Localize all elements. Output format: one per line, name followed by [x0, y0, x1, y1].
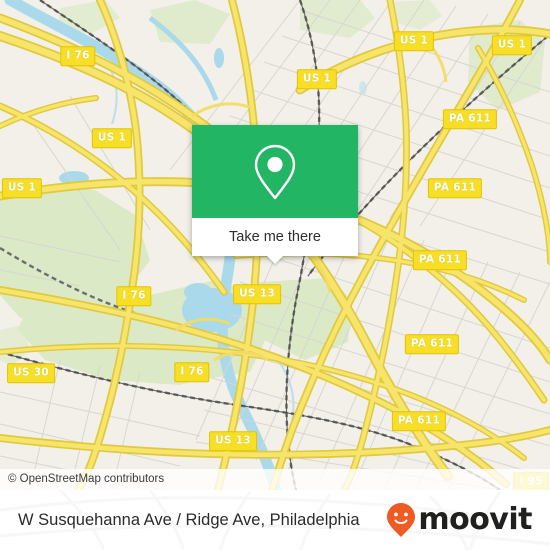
highway-shield: US 30: [7, 363, 55, 383]
highway-shield: US 1: [296, 69, 338, 89]
highway-shield: PA 611: [404, 334, 460, 354]
footer-bar: W Susquehanna Ave / Ridge Ave, Philadelp…: [0, 490, 550, 550]
moovit-wordmark: moovit: [418, 502, 532, 537]
map-attribution: © OpenStreetMap contributors: [0, 469, 550, 490]
highway-shield: US 1: [91, 128, 133, 148]
highway-shield: PA 611: [442, 109, 498, 129]
moovit-pin-icon: [387, 503, 416, 537]
highway-shield: PA 611: [427, 178, 483, 198]
take-me-there-label: Take me there: [229, 229, 321, 245]
highway-shield: US 1: [1, 178, 43, 198]
location-pin-icon: [254, 144, 296, 199]
location-popup-card[interactable]: Take me there: [192, 125, 358, 264]
highway-shield: US 13: [233, 284, 281, 304]
map-screenshot: I 76 US 1 US 1 US 1 PA 611 US 1 PA 611 US 1 PA 6…: [0, 0, 550, 550]
moovit-logo[interactable]: moovit: [386, 502, 532, 538]
highway-shield: US 1: [393, 31, 435, 51]
place-title: W Susquehanna Ave / Ridge Ave, Philadelp…: [18, 510, 360, 529]
highway-shield: I 76: [174, 362, 210, 382]
popup-header: [192, 125, 358, 218]
highway-shield: US 13: [209, 431, 257, 451]
highway-shield: I 76: [116, 286, 152, 306]
highway-shield: US 1: [491, 35, 533, 55]
highway-shield: PA 611: [391, 411, 447, 431]
popup-pointer-tail: [266, 255, 284, 264]
highway-shield: PA 611: [412, 250, 468, 270]
highway-shield: I 76: [60, 46, 96, 66]
popup-cta[interactable]: Take me there: [192, 218, 358, 264]
